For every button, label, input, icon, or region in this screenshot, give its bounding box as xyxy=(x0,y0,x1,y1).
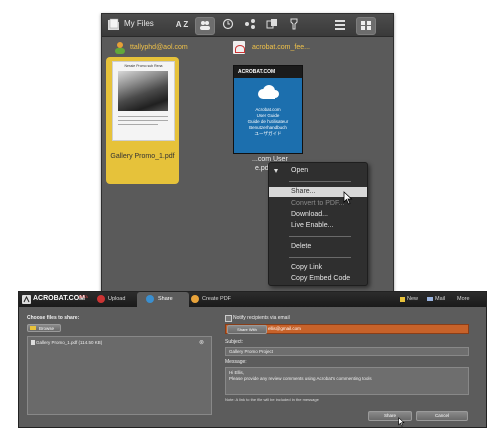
grid-view-icon xyxy=(361,21,371,30)
share-note: Note: A link to the file will be include… xyxy=(225,397,319,402)
thumbnail-logo-band: ACROBAT.COM xyxy=(234,66,302,78)
acrobat-logo-icon xyxy=(22,295,31,304)
tab-create-pdf-label: Create PDF xyxy=(202,296,232,302)
share-network-icon[interactable] xyxy=(244,18,256,30)
user-avatar-icon xyxy=(115,42,125,54)
file-types-icon[interactable] xyxy=(266,18,278,30)
mail-icon xyxy=(427,297,433,301)
menu-separator xyxy=(289,181,351,182)
mouse-pointer-icon xyxy=(398,417,405,427)
thumbnail-photo xyxy=(118,71,168,111)
files-folder-icon xyxy=(108,18,119,30)
context-menu: Open Share... Convert to PDF... Download… xyxy=(268,162,368,286)
menu-item-live-enable[interactable]: Live Enable... xyxy=(269,221,367,231)
file-list[interactable]: Gallery Promo_1.pdf (114.50 KB) ⊗ xyxy=(27,336,212,415)
recipients-field[interactable]: Share With ellis@gmail.com xyxy=(225,324,469,334)
owner-label: ttallyphd@aol.com xyxy=(130,44,188,51)
new-icon xyxy=(400,297,405,302)
acrobat-logo-text: ACROBAT.COM xyxy=(238,69,276,75)
list-view-icon[interactable] xyxy=(334,19,346,30)
menu-separator xyxy=(289,257,351,258)
my-files-window: My Files A Z ttallyphd@aol.com Nessie Pr… xyxy=(101,13,394,300)
sort-alpha-icon[interactable]: A Z xyxy=(175,18,189,32)
cancel-button[interactable]: Cancel xyxy=(416,411,468,421)
menu-item-copy-embed-code[interactable]: Copy Embed Code xyxy=(269,274,367,284)
file-thumbnail-2[interactable]: ACROBAT.COM Acrobat.com User Guide Guide… xyxy=(233,65,303,154)
file-icon xyxy=(31,340,35,345)
share-window: ACROBAT.COM BETA Upload Share Create PDF… xyxy=(18,291,487,428)
file-entry[interactable]: Gallery Promo_1.pdf (114.50 KB) xyxy=(36,339,102,346)
subject-input[interactable]: Gallery Promo Project xyxy=(225,347,469,356)
new-label: New xyxy=(407,296,419,302)
acrobat-logo-text: ACROBAT.COM xyxy=(33,295,85,302)
new-button[interactable]: New xyxy=(400,292,422,307)
beta-badge: BETA xyxy=(79,295,88,299)
folder-icon xyxy=(30,326,36,330)
share-icon xyxy=(146,295,154,303)
filter-icon[interactable] xyxy=(288,18,300,30)
menu-separator xyxy=(289,236,351,237)
message-label: Message: xyxy=(225,359,247,365)
guide-line: ユーザガイド xyxy=(254,131,282,136)
sort-by-owner-button[interactable] xyxy=(195,17,215,35)
file-name-label: Gallery Promo_1.pdf xyxy=(110,153,175,160)
mail-button[interactable]: Mail xyxy=(427,292,449,307)
share-button[interactable]: Share xyxy=(368,411,412,421)
tab-upload[interactable]: Upload xyxy=(97,292,137,307)
menu-item-copy-link[interactable]: Copy Link xyxy=(269,263,367,273)
files-title: My Files xyxy=(124,19,154,28)
files-toolbar: My Files A Z xyxy=(102,14,393,37)
subject-value: Gallery Promo Project xyxy=(229,349,274,354)
acrobat-cloud-logo xyxy=(258,85,279,99)
tab-create-pdf[interactable]: Create PDF xyxy=(189,292,247,307)
people-icon xyxy=(200,21,210,30)
subject-label: Subject: xyxy=(225,339,244,345)
message-textarea[interactable]: Hi Ellis, Please provide any review comm… xyxy=(225,367,469,395)
pdf-icon xyxy=(233,41,245,54)
remove-file-icon[interactable]: ⊗ xyxy=(199,339,204,347)
choose-files-label: Choose files to share: xyxy=(27,315,80,321)
tab-upload-label: Upload xyxy=(108,296,126,302)
tab-share[interactable]: Share xyxy=(137,292,189,307)
upload-icon xyxy=(97,295,105,303)
file-thumbnail[interactable]: Nessie Promo sub Rena xyxy=(112,61,175,141)
thumbnail-title: Nessie Promo sub Rena xyxy=(124,64,163,68)
create-pdf-icon xyxy=(191,295,199,303)
share-top-bar: ACROBAT.COM BETA Upload Share Create PDF… xyxy=(19,292,486,307)
more-button[interactable]: More xyxy=(457,295,470,304)
grid-view-button[interactable] xyxy=(356,17,376,35)
mouse-pointer-icon xyxy=(343,191,353,205)
menu-item-delete[interactable]: Delete xyxy=(269,242,367,252)
tab-share-label: Share xyxy=(158,296,173,302)
menu-item-download[interactable]: Download... xyxy=(269,210,367,220)
recipient-email: ellis@gmail.com xyxy=(268,326,301,331)
menu-item-open[interactable]: Open xyxy=(269,166,367,176)
clock-icon[interactable] xyxy=(222,18,234,30)
mail-label: Mail xyxy=(435,296,446,302)
message-line: Please provide any review comments using… xyxy=(229,376,372,381)
share-body: Choose files to share: Browse Gallery Pr… xyxy=(19,307,486,427)
notify-checkbox[interactable] xyxy=(225,315,232,322)
notify-label: Notify recipients via email xyxy=(233,315,290,321)
owner-label-2: acrobat.com_fee... xyxy=(252,44,310,51)
share-with-button[interactable]: Share With xyxy=(227,325,267,334)
